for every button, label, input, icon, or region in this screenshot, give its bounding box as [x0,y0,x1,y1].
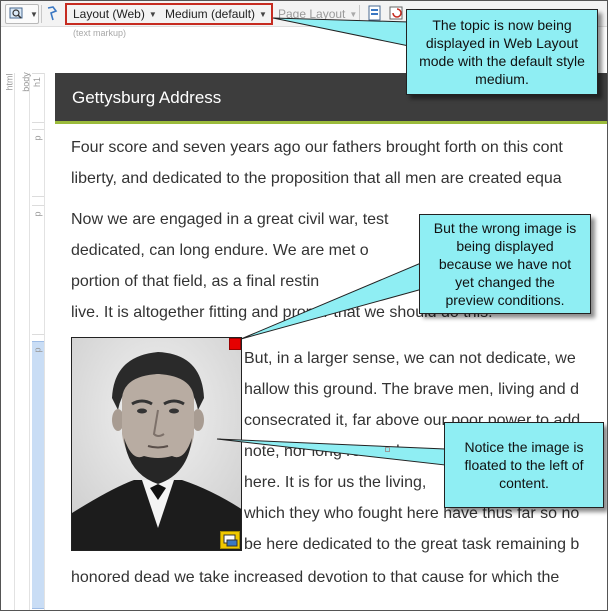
callout-web-layout: The topic is now being displayed in Web … [406,9,598,95]
selection-marker [385,447,390,452]
editor-window: ▼ Layout (Web) ▼ Medium (default) ▼ Page… [0,0,608,611]
callout-text: Notice the image is floated to the left … [464,439,584,491]
callout-text: But the wrong image is being displayed b… [433,220,577,308]
callout-floated-image: Notice the image is floated to the left … [444,422,604,508]
callout-text: The topic is now being displayed in Web … [419,17,585,87]
callout-wrong-image: But the wrong image is being displayed b… [419,214,591,314]
